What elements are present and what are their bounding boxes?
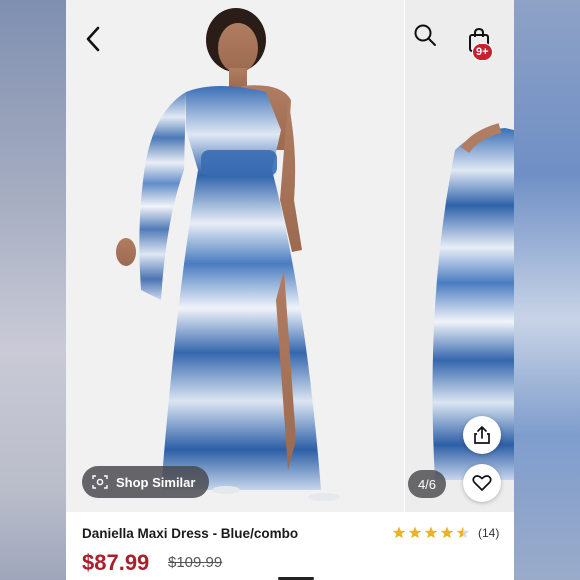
star-rating-icon	[392, 526, 470, 539]
search-button[interactable]	[410, 20, 440, 50]
star-icon	[408, 526, 422, 539]
chevron-left-icon	[86, 26, 100, 52]
heart-icon	[472, 475, 492, 491]
rating-stars[interactable]: (14)	[392, 526, 499, 540]
back-button[interactable]	[78, 22, 108, 56]
review-count[interactable]: (14)	[478, 526, 499, 540]
camera-scan-icon	[92, 475, 108, 489]
blurred-left-panel	[0, 0, 66, 580]
shop-similar-label: Shop Similar	[116, 474, 196, 490]
favorite-button[interactable]	[463, 464, 501, 502]
star-icon	[392, 526, 406, 539]
dress-illustration	[116, 8, 340, 501]
shop-similar-button[interactable]: Shop Similar	[82, 466, 210, 498]
app-screen: 9+ Shop Similar 4/6 Daniella Maxi Dress …	[66, 0, 514, 580]
original-price: $109.99	[168, 554, 223, 571]
cart-count-badge: 9+	[472, 43, 493, 61]
sale-price: $87.99	[82, 550, 150, 575]
search-icon	[414, 24, 436, 46]
image-pager: 4/6	[408, 470, 446, 498]
share-button[interactable]	[463, 416, 501, 454]
star-icon	[424, 526, 438, 539]
product-image[interactable]	[66, 0, 404, 512]
share-icon	[474, 426, 490, 444]
product-info: Daniella Maxi Dress - Blue/combo (14) $8…	[66, 512, 514, 580]
star-icon	[456, 526, 470, 539]
blurred-right-panel	[514, 0, 580, 580]
star-icon	[440, 526, 454, 539]
product-title: Daniella Maxi Dress - Blue/combo	[82, 526, 299, 541]
